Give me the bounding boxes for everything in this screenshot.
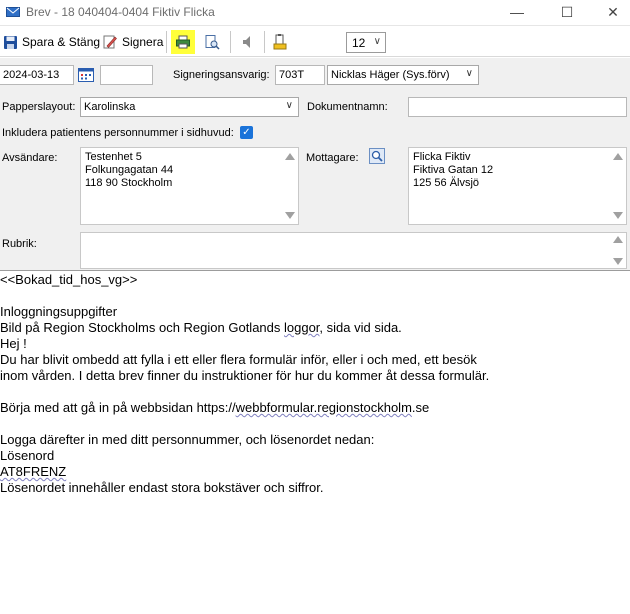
maximize-button[interactable]: ☐: [544, 0, 590, 24]
print-icon: [176, 35, 190, 49]
letter-line: AT8FRENZ: [0, 464, 630, 480]
chevron-down-icon: ∨: [373, 36, 381, 47]
letter-line: inom vården. I detta brev finner du inst…: [0, 368, 490, 383]
letter-line: Logga därefter in med ditt personnummer,…: [0, 432, 375, 447]
calendar-button[interactable]: [78, 68, 94, 85]
close-button[interactable]: ✕: [590, 0, 630, 24]
letter-line: [0, 416, 630, 432]
sign-code-field[interactable]: 703T: [275, 65, 325, 85]
sign-icon: [103, 35, 117, 49]
scroll-down-icon[interactable]: [613, 258, 623, 265]
title-bar: Brev - 18 040404-0404 Fiktiv Flicka — ☐ …: [0, 0, 630, 24]
paste-icon: [273, 34, 287, 50]
toolbar-separator: [166, 31, 167, 53]
paper-layout-select[interactable]: Karolinska ∨: [80, 97, 299, 117]
letter-line: Börja med att gå in på webbsidan https:/…: [0, 400, 630, 416]
recipient-line: 125 56 Älvsjö: [413, 177, 480, 189]
misspelled-word: loggor: [284, 320, 320, 335]
toolbar-separator: [264, 31, 265, 53]
sign-button[interactable]: Signera: [102, 30, 163, 54]
letter-line: Lösenordet innehåller endast stora bokst…: [0, 480, 324, 495]
misspelled-word: webbformular.regionstockholm: [235, 400, 412, 415]
address-search-icon: [369, 148, 385, 164]
subject-label: Rubrik:: [2, 238, 37, 250]
recipient-scrollbar[interactable]: [610, 148, 626, 224]
sign-name-value: Nicklas Häger (Sys.förv): [331, 69, 450, 81]
scroll-up-icon[interactable]: [285, 153, 295, 160]
speaker-button[interactable]: [238, 30, 256, 54]
print-preview-button[interactable]: [202, 30, 222, 54]
toolbar: Spara & Stäng Signera 12 ∨: [0, 25, 630, 57]
scroll-down-icon[interactable]: [285, 212, 295, 219]
window-title: Brev - 18 040404-0404 Fiktiv Flicka: [26, 5, 215, 19]
letter-line: Lösenord: [0, 448, 55, 463]
paper-layout-value: Karolinska: [84, 101, 136, 113]
letter-line: Hej !: [0, 336, 27, 351]
print-preview-icon: [205, 35, 220, 50]
sender-line: Testenhet 5: [85, 151, 142, 163]
font-size-value: 12: [352, 35, 366, 50]
save-icon: [4, 35, 17, 49]
letter-form: 2024-03-13 Signeringsansvarig: 703T Nick…: [0, 58, 630, 271]
letter-line: Inloggningsuppgifter: [0, 304, 118, 319]
save-close-label: Spara & Stäng: [22, 35, 101, 49]
time-field[interactable]: [100, 65, 153, 85]
speaker-icon: [243, 36, 250, 48]
letter-line: <<Bokad_tid_hos_vg>>: [0, 272, 138, 287]
subject-scrollbar[interactable]: [610, 233, 626, 268]
letter-text: Börja med att gå in på webbsidan https:/…: [0, 400, 236, 415]
document-name-label: Dokumentnamn:: [307, 101, 388, 113]
toolbar-separator: [230, 31, 231, 53]
scroll-up-icon[interactable]: [613, 236, 623, 243]
calendar-icon: [78, 68, 94, 82]
sign-responsible-label: Signeringsansvarig:: [173, 69, 270, 81]
password-value: AT8FRENZ: [0, 464, 67, 479]
include-pnr-checkbox[interactable]: ✓: [240, 126, 253, 139]
sign-label: Signera: [122, 35, 164, 49]
sign-name-select[interactable]: Nicklas Häger (Sys.förv) ∨: [327, 65, 479, 85]
scroll-down-icon[interactable]: [613, 212, 623, 219]
letter-line: [0, 384, 630, 400]
save-close-button[interactable]: Spara & Stäng: [3, 30, 100, 54]
recipient-line: Flicka Fiktiv: [413, 151, 471, 163]
chevron-down-icon: ∨: [465, 68, 473, 79]
sender-line: Folkungagatan 44: [85, 164, 174, 176]
recipient-line: Fiktiva Gatan 12: [413, 164, 494, 176]
subject-textbox[interactable]: [80, 232, 627, 269]
chevron-down-icon: ∨: [285, 100, 293, 111]
address-lookup-button[interactable]: [369, 148, 385, 167]
sender-line: 118 90 Stockholm: [85, 177, 173, 189]
letter-line: [0, 288, 630, 304]
date-value: 2024-03-13: [3, 69, 60, 81]
paper-layout-label: Papperslayout:: [2, 101, 76, 113]
sender-label: Avsändare:: [2, 152, 58, 164]
letter-line: Bild på Region Stockholms och Region Got…: [0, 320, 630, 336]
letter-text: .se: [411, 400, 430, 415]
paste-button[interactable]: [270, 30, 290, 54]
letter-line: Du har blivit ombedd att fylla i ett ell…: [0, 352, 477, 367]
recipient-label: Mottagare:: [306, 152, 359, 164]
sender-scrollbar[interactable]: [282, 148, 298, 224]
font-size-select[interactable]: 12 ∨: [346, 32, 386, 53]
letter-text: Bild på Region Stockholms och Region Got…: [0, 320, 284, 335]
document-name-field[interactable]: [408, 97, 627, 117]
letter-body-editor[interactable]: <<Bokad_tid_hos_vg>> Inloggningsuppgifte…: [0, 272, 630, 496]
sign-code-value: 703T: [279, 69, 305, 81]
date-field[interactable]: 2024-03-13: [0, 65, 74, 85]
minimize-button[interactable]: —: [494, 0, 540, 24]
scroll-up-icon[interactable]: [613, 153, 623, 160]
include-pnr-label: Inkludera patientens personnummer i sidh…: [2, 127, 234, 139]
sender-textbox[interactable]: Testenhet 5 Folkungagatan 44 118 90 Stoc…: [80, 147, 299, 225]
app-envelope-icon: [6, 7, 20, 17]
recipient-textbox[interactable]: Flicka Fiktiv Fiktiva Gatan 12 125 56 Äl…: [408, 147, 627, 225]
letter-text: , sida vid sida.: [319, 320, 402, 335]
print-button[interactable]: [171, 30, 195, 54]
